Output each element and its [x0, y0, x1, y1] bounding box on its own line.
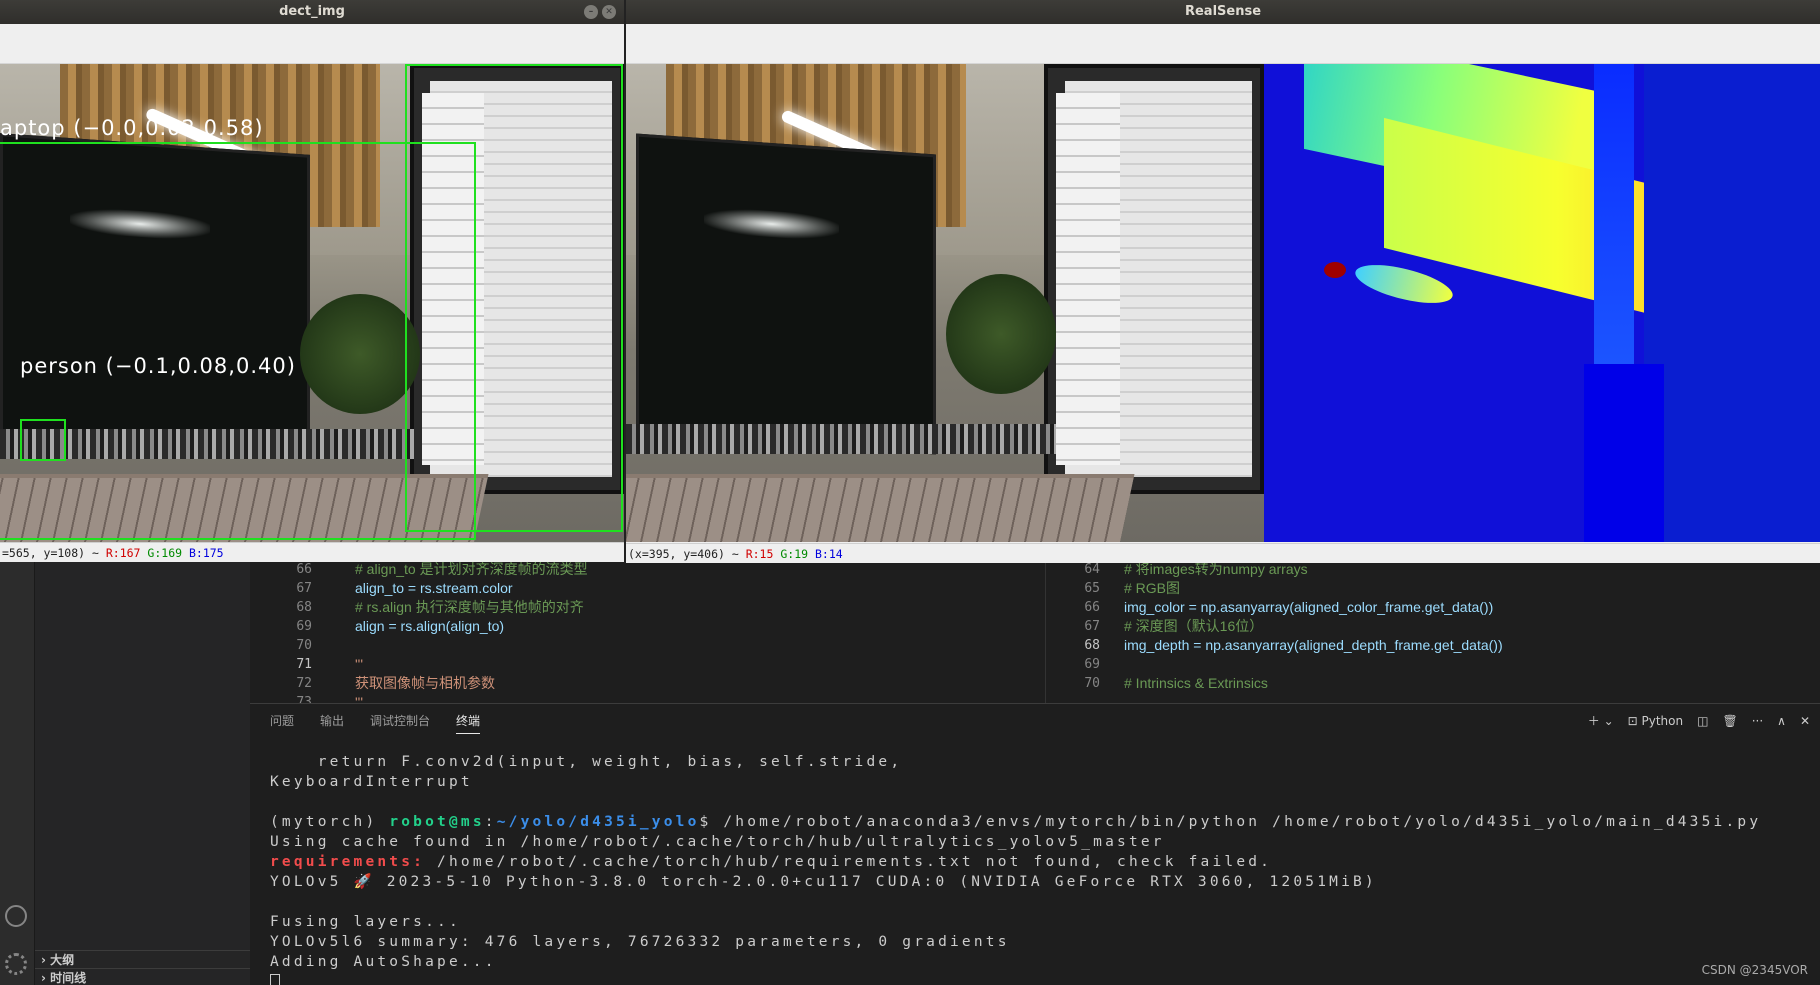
bottles	[626, 424, 1056, 454]
status-bar: =565, y=108) ~ R:167 G:169 B:175	[0, 542, 624, 562]
line-number: 66	[1084, 600, 1100, 615]
code-line[interactable]: # align_to 是计划对齐深度帧的流类型	[355, 560, 588, 579]
trash-icon[interactable]: 🗑	[1722, 714, 1737, 728]
gear-icon[interactable]	[5, 953, 27, 975]
code-line[interactable]: align = rs.align(align_to)	[355, 617, 588, 636]
minimize-icon[interactable]: –	[584, 5, 598, 19]
terminal-line: Using cache found in /home/robot/.cache/…	[270, 834, 1165, 850]
timeline-section[interactable]: › 时间线	[35, 968, 250, 985]
titlebar[interactable]: dect_img – ✕	[0, 0, 624, 24]
maximize-panel-icon[interactable]: ∧	[1777, 714, 1786, 728]
panel-tab[interactable]: 终端	[456, 712, 481, 734]
status-bar: (x=395, y=406) ~ R:15 G:19 B:14	[626, 543, 1820, 563]
terminal-line: return F.conv2d(input, weight, bias, sel…	[270, 754, 903, 770]
code-area[interactable]: # align_to 是计划对齐深度帧的流类型 align_to = rs.str…	[355, 560, 588, 712]
plant	[946, 274, 1056, 394]
code-line[interactable]: '''	[355, 655, 588, 674]
code-line[interactable]: align_to = rs.stream.color	[355, 579, 588, 598]
line-number: 70	[1084, 676, 1100, 691]
realsense-window[interactable]: RealSense (x=395, y=406) ~ R:15 G:19 B:1…	[624, 0, 1820, 563]
code-line[interactable]	[355, 636, 588, 655]
line-number: 65	[1084, 581, 1100, 596]
editor-left[interactable]: 6667686970717273 # align_to 是计划对齐深度帧的流类型…	[250, 560, 1050, 710]
panel-tab[interactable]: 调试控制台	[370, 712, 430, 734]
person-bounding-box	[20, 419, 66, 461]
line-number: 67	[1084, 619, 1100, 634]
panel-tab[interactable]: 输出	[320, 712, 344, 734]
code-line[interactable]: img_color = np.asanyarray(aligned_color_…	[1124, 598, 1503, 617]
monitor	[636, 133, 936, 455]
terminal-line: Fusing layers...	[270, 914, 461, 930]
close-panel-icon[interactable]: ✕	[1800, 714, 1810, 728]
sidebar-sections: › 大纲 › 时间线	[35, 950, 250, 985]
detection-frame: aptop (−0.0,0.02,0.58) person (−0.1,0.08…	[0, 64, 624, 542]
keyboard	[626, 474, 1135, 542]
terminal-line: YOLOv5 🚀 2023-5-10 Python-3.8.0 torch-2.…	[270, 874, 1377, 890]
terminal-prompt-line: (mytorch) robot@ms:~/yolo/d435i_yolo$ /h…	[270, 814, 1762, 830]
detection-label-person: person (−0.1,0.08,0.40)	[20, 354, 296, 378]
terminal-cursor	[270, 974, 280, 985]
line-number: 66	[296, 562, 312, 577]
window-title: RealSense	[1184, 4, 1262, 19]
terminal-line: KeyboardInterrupt	[270, 774, 473, 790]
new-terminal-icon[interactable]: ＋ ⌄	[1588, 712, 1614, 729]
titlebar[interactable]: RealSense	[626, 0, 1820, 24]
panel-toolbar: ＋ ⌄ ⊡ Python ◫ 🗑 ··· ∧ ✕	[1588, 712, 1810, 729]
outline-section[interactable]: › 大纲	[35, 950, 250, 968]
panel-tab[interactable]: 问题	[270, 712, 294, 734]
line-number: 72	[296, 676, 312, 691]
dect-img-window[interactable]: dect_img – ✕ aptop (−0.0,0.02,0.58) pers…	[0, 0, 624, 562]
line-number: 70	[296, 638, 312, 653]
more-actions-icon[interactable]: ···	[1752, 714, 1763, 728]
terminal-line: requirements: /home/robot/.cache/torch/h…	[270, 854, 1273, 870]
line-numbers: 6667686970717273	[270, 560, 312, 712]
shell-label: Python	[1641, 713, 1684, 728]
code-line[interactable]: # RGB图	[1124, 579, 1503, 598]
color-frame	[626, 64, 1264, 542]
activity-bar	[0, 560, 35, 985]
watermark: CSDN @2345VOR	[1701, 963, 1808, 977]
line-number: 69	[1084, 657, 1100, 672]
code-line[interactable]: 获取图像帧与相机参数	[355, 674, 588, 693]
account-icon[interactable]	[5, 905, 27, 927]
code-line[interactable]: # rs.align 执行深度帧与其他帧的对齐	[355, 598, 588, 617]
line-number: 67	[296, 581, 312, 596]
panel-tabs: 问题 输出 调试控制台 终端	[270, 712, 481, 734]
code-line[interactable]: # Intrinsics & Extrinsics	[1124, 674, 1503, 693]
bottom-panel: 问题 输出 调试控制台 终端 ＋ ⌄ ⊡ Python ◫ 🗑 ··· ∧ ✕ ret…	[250, 703, 1820, 985]
split-terminal-icon[interactable]: ◫	[1697, 714, 1708, 728]
window-toolbar	[0, 24, 624, 64]
line-numbers: 64 65 66 67 68 69 70	[1056, 560, 1100, 693]
line-number: 68	[1084, 638, 1100, 653]
terminal-line: Adding AutoShape...	[270, 954, 497, 970]
code-line[interactable]	[1124, 655, 1503, 674]
code-line[interactable]: img_depth = np.asanyarray(aligned_depth_…	[1124, 636, 1503, 655]
line-number: 71	[296, 657, 312, 672]
laptop-bounding-box-2	[405, 64, 623, 532]
depth-frame	[1264, 64, 1820, 542]
terminal-output[interactable]: return F.conv2d(input, weight, bias, sel…	[270, 752, 1761, 985]
window-title: dect_img	[279, 4, 345, 19]
detection-label-laptop: aptop (−0.0,0.02,0.58)	[0, 116, 264, 140]
desktop: › 大纲 › 时间线 6667686970717273 # align_to 是…	[0, 0, 1820, 985]
code-area[interactable]: # 将images转为numpy arrays # RGB图 img_color =…	[1124, 560, 1503, 693]
second-monitor	[1044, 64, 1264, 494]
code-line[interactable]: # 深度图（默认16位）	[1124, 617, 1503, 636]
line-number: 68	[296, 600, 312, 615]
close-icon[interactable]: ✕	[602, 5, 616, 19]
line-number: 69	[296, 619, 312, 634]
window-toolbar	[626, 24, 1820, 64]
sidebar	[35, 560, 250, 985]
terminal-cursor-line	[270, 972, 1761, 985]
terminal-shell-selector[interactable]: ⊡ Python	[1628, 714, 1683, 728]
terminal-line: YOLOv5l6 summary: 476 layers, 76726332 p…	[270, 934, 1010, 950]
editor-right[interactable]: 64 65 66 67 68 69 70 # 将images转为numpy arrays # …	[1045, 560, 1820, 703]
